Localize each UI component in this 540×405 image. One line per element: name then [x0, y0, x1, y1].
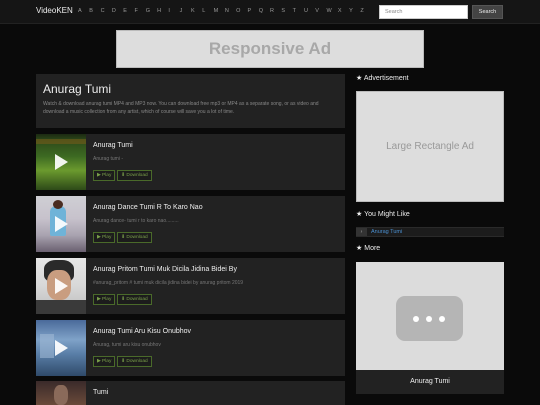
- advertisement-heading: ★ Advertisement: [356, 74, 409, 82]
- more-label: More: [364, 245, 381, 252]
- letter-link[interactable]: I: [168, 8, 179, 14]
- play-icon: [55, 340, 68, 356]
- video-list-item[interactable]: Anurag Tumi Anurag tumi - ▶ Play ⬇ Downl…: [36, 134, 345, 190]
- star-icon: ★: [356, 211, 363, 218]
- letter-link[interactable]: X: [338, 8, 349, 14]
- video-thumbnail[interactable]: [36, 258, 86, 314]
- video-list-item[interactable]: Tumi: [36, 381, 345, 405]
- star-icon: ★: [356, 75, 363, 82]
- play-button[interactable]: ▶ Play: [93, 294, 116, 305]
- video-placeholder-icon: [396, 296, 463, 341]
- search-button[interactable]: Search: [472, 5, 503, 19]
- letter-link[interactable]: F: [134, 8, 145, 14]
- responsive-ad-banner[interactable]: Responsive Ad: [116, 30, 424, 68]
- play-icon: [55, 278, 68, 294]
- download-button[interactable]: ⬇ Download: [117, 232, 152, 243]
- video-list-item[interactable]: Anurag Dance Tumi R To Karo Nao Anurag d…: [36, 196, 345, 252]
- letter-link[interactable]: Z: [360, 8, 371, 14]
- letter-link[interactable]: P: [247, 8, 258, 14]
- ad-banner-label: Responsive Ad: [208, 39, 332, 58]
- letter-link[interactable]: E: [123, 8, 134, 14]
- letter-link[interactable]: Y: [349, 8, 360, 14]
- advertisement-label: Advertisement: [363, 75, 409, 82]
- video-thumbnail[interactable]: [36, 196, 86, 252]
- site-logo[interactable]: VideoKEN: [36, 6, 73, 15]
- letter-link[interactable]: H: [157, 8, 168, 14]
- letter-link[interactable]: S: [281, 8, 292, 14]
- letter-link[interactable]: M: [214, 8, 225, 14]
- video-thumbnail[interactable]: [36, 134, 86, 190]
- play-icon: [55, 154, 68, 170]
- video-placeholder-image[interactable]: [356, 262, 504, 370]
- video-description: Anurag tumi -: [93, 156, 124, 162]
- letter-link[interactable]: D: [112, 8, 123, 14]
- video-thumbnail[interactable]: [36, 320, 86, 376]
- video-description: #anurag_pritom # tumi muk dicila jidina …: [93, 280, 244, 286]
- letter-link[interactable]: A: [78, 8, 89, 14]
- video-title[interactable]: Anurag Pritom Tumi Muk Dicila Jidina Bid…: [93, 266, 237, 273]
- letter-link[interactable]: U: [304, 8, 315, 14]
- letter-link[interactable]: T: [293, 8, 304, 14]
- page-header: Anurag Tumi Watch & download anurag tumi…: [36, 74, 345, 128]
- video-list-item[interactable]: Anurag Tumi Aru Kisu Onubhov Anurag, tum…: [36, 320, 345, 376]
- letter-link[interactable]: Q: [259, 8, 270, 14]
- suggested-item[interactable]: › Anurag Tumi: [356, 227, 504, 237]
- play-icon: [55, 216, 68, 232]
- letter-link[interactable]: V: [315, 8, 326, 14]
- search-input[interactable]: Search: [379, 5, 468, 19]
- you-might-like-heading: ★ You Might Like: [356, 210, 410, 218]
- star-icon: ★: [356, 245, 363, 252]
- letter-link[interactable]: L: [202, 8, 213, 14]
- suggested-link[interactable]: Anurag Tumi: [371, 229, 402, 235]
- video-title[interactable]: Anurag Tumi Aru Kisu Onubhov: [93, 328, 191, 335]
- video-title[interactable]: Tumi: [93, 389, 108, 396]
- video-title[interactable]: Anurag Tumi: [93, 142, 133, 149]
- letter-link[interactable]: G: [146, 8, 157, 14]
- video-description: Anurag dance- tumi r to karo nao........…: [93, 218, 179, 224]
- video-title[interactable]: Anurag Dance Tumi R To Karo Nao: [93, 204, 203, 211]
- download-button[interactable]: ⬇ Download: [117, 294, 152, 305]
- download-button[interactable]: ⬇ Download: [117, 356, 152, 367]
- letter-link[interactable]: C: [101, 8, 112, 14]
- video-description: Anurag, tumi aru kisu onubhov: [93, 342, 161, 348]
- large-rectangle-ad[interactable]: Large Rectangle Ad: [356, 91, 504, 202]
- letter-link[interactable]: O: [236, 8, 247, 14]
- top-navbar: VideoKEN ABCDEFGHIJKLMNOPQRSTUVWXYZ Sear…: [0, 0, 540, 24]
- page-description: Watch & download anurag tumi MP4 and MP3…: [43, 101, 319, 115]
- play-button[interactable]: ▶ Play: [93, 232, 116, 243]
- video-thumbnail[interactable]: [36, 381, 86, 405]
- page-title: Anurag Tumi: [43, 82, 112, 96]
- more-heading: ★ More: [356, 244, 380, 252]
- rect-ad-label: Large Rectangle Ad: [386, 141, 474, 152]
- letter-link[interactable]: N: [225, 8, 236, 14]
- bullet-icon: ›: [356, 228, 367, 236]
- download-button[interactable]: ⬇ Download: [117, 170, 152, 181]
- play-button[interactable]: ▶ Play: [93, 170, 116, 181]
- more-video-title[interactable]: Anurag Tumi: [356, 378, 504, 385]
- letter-link[interactable]: R: [270, 8, 281, 14]
- play-button[interactable]: ▶ Play: [93, 356, 116, 367]
- letter-link[interactable]: K: [191, 8, 202, 14]
- you-might-like-label: You Might Like: [364, 211, 410, 218]
- letter-link[interactable]: B: [89, 8, 100, 14]
- video-list-item[interactable]: Anurag Pritom Tumi Muk Dicila Jidina Bid…: [36, 258, 345, 314]
- more-video-card[interactable]: Anurag Tumi: [356, 262, 504, 394]
- letter-link[interactable]: W: [327, 8, 338, 14]
- alphabet-nav: ABCDEFGHIJKLMNOPQRSTUVWXYZ: [78, 8, 372, 14]
- letter-link[interactable]: J: [180, 8, 191, 14]
